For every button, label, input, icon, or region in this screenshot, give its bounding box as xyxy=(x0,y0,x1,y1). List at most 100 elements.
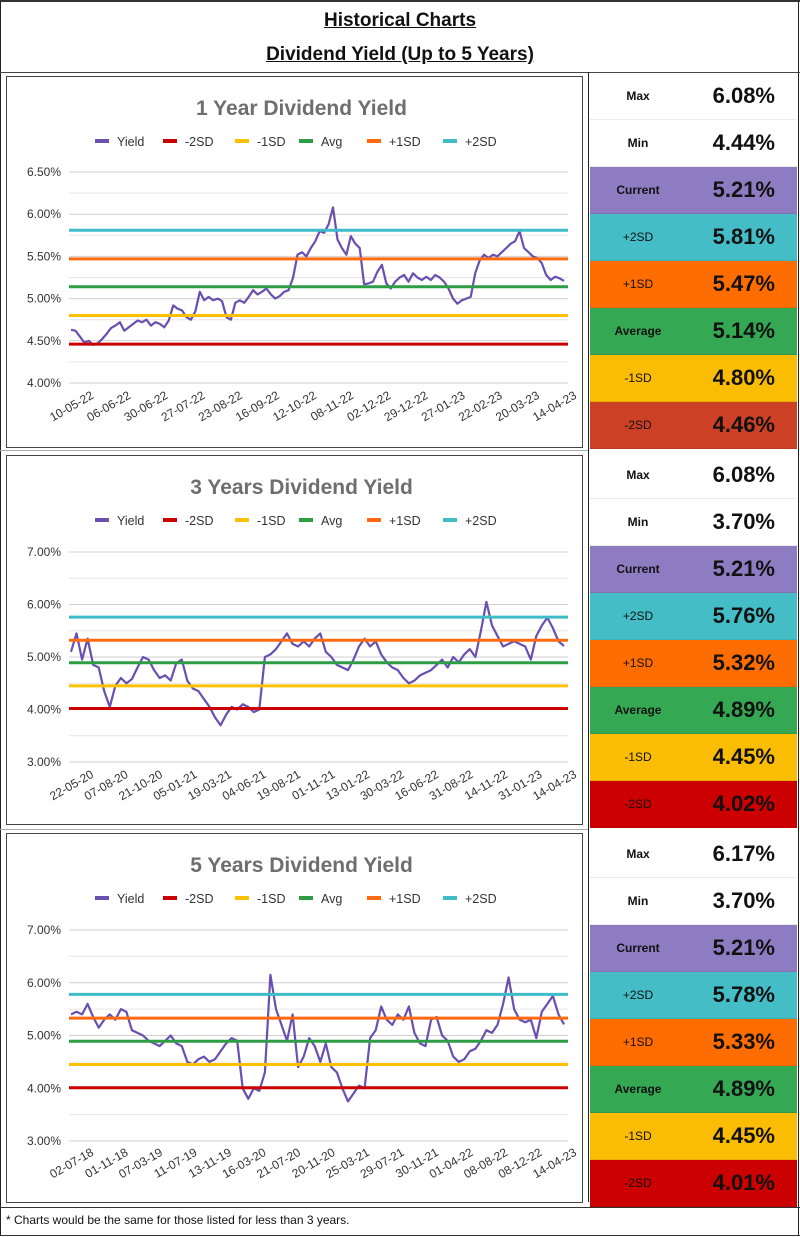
stat-label: Average xyxy=(614,1082,662,1096)
stat-value: 4.02% xyxy=(712,791,775,816)
stat-row-minus1sd: -1SD 4.80% xyxy=(590,355,797,402)
stat-label: +2SD xyxy=(622,988,654,1002)
y-tick-label: 5.00% xyxy=(27,292,61,306)
chart-1y-svg: 1 Year Dividend Yield Yield -2SD -1SD Avg +1S… xyxy=(27,97,579,424)
stat-label: +1SD xyxy=(622,1035,654,1049)
legend-swatch-yield xyxy=(95,139,109,143)
legend-label: +1SD xyxy=(389,135,421,149)
row-divider-2 xyxy=(0,829,588,830)
stat-value: 3.70% xyxy=(712,509,775,534)
chart-1y: 1 Year Dividend Yield Yield -2SD -1SD Avg +1S… xyxy=(6,76,583,448)
stat-label: +2SD xyxy=(622,609,654,623)
y-tick-label: 4.00% xyxy=(27,1081,61,1095)
stat-value: 6.08% xyxy=(712,83,775,108)
legend-label: +1SD xyxy=(389,892,421,906)
legend-swatch-plus2sd xyxy=(443,896,457,900)
legend-label: Yield xyxy=(117,892,144,906)
stat-label: Average xyxy=(614,703,662,717)
stat-row-avg: Average 5.14% xyxy=(590,308,797,355)
y-tick-label: 6.00% xyxy=(27,976,61,990)
chart-5y-svg: 5 Years Dividend Yield Yield -2SD -1SD Avg +1… xyxy=(27,854,579,1181)
stat-value: 5.47% xyxy=(712,271,775,296)
y-tick-label: 6.50% xyxy=(27,165,61,179)
legend-swatch-yield xyxy=(95,518,109,522)
legend-swatch-avg xyxy=(299,896,313,900)
stat-value: 4.45% xyxy=(712,1123,775,1148)
stat-row-minus1sd: -1SD 4.45% xyxy=(590,1113,797,1160)
stat-label: -2SD xyxy=(624,797,652,811)
legend-label: -1SD xyxy=(257,892,285,906)
stat-label: -1SD xyxy=(624,371,652,385)
legend-label: -2SD xyxy=(185,514,213,528)
chart-title: 5 Years Dividend Yield xyxy=(190,854,413,877)
legend-swatch-plus1sd xyxy=(367,518,381,522)
stat-value: 4.89% xyxy=(712,1076,775,1101)
y-tick-label: 4.00% xyxy=(27,376,61,390)
legend-label: +2SD xyxy=(465,135,497,149)
legend-swatch-avg xyxy=(299,518,313,522)
stat-row-minus1sd: -1SD 4.45% xyxy=(590,734,797,781)
stat-label: Min xyxy=(627,515,649,529)
legend-swatch-yield xyxy=(95,896,109,900)
column-divider xyxy=(588,72,589,1202)
stat-label: -1SD xyxy=(624,1129,652,1143)
stat-value: 5.81% xyxy=(712,224,775,249)
y-tick-label: 7.00% xyxy=(27,545,61,559)
legend-label: +2SD xyxy=(465,514,497,528)
chart-3y-svg: 3 Years Dividend Yield Yield -2SD -1SD Avg +1… xyxy=(27,476,579,803)
legend-swatch-minus1sd xyxy=(235,896,249,900)
stat-label: Current xyxy=(616,562,660,576)
stat-row-current: Current 5.21% xyxy=(590,925,797,972)
stat-value: 4.80% xyxy=(712,365,775,390)
footnote: * Charts would be the same for those lis… xyxy=(6,1213,350,1227)
y-tick-label: 3.00% xyxy=(27,755,61,769)
legend-label: Yield xyxy=(117,514,144,528)
stat-label: Min xyxy=(627,136,649,150)
chart-title: 1 Year Dividend Yield xyxy=(196,97,407,120)
top-border xyxy=(0,0,800,2)
stat-row-minus2sd: -2SD 4.01% xyxy=(590,1160,797,1207)
stat-label: Max xyxy=(626,89,650,103)
stat-row-current: Current 5.21% xyxy=(590,546,797,593)
stat-row-avg: Average 4.89% xyxy=(590,687,797,734)
stat-value: 4.89% xyxy=(712,697,775,722)
stat-label: Max xyxy=(626,468,650,482)
legend-label: Yield xyxy=(117,135,144,149)
stat-value: 5.32% xyxy=(712,650,775,675)
stat-label: +1SD xyxy=(622,277,654,291)
legend-swatch-minus2sd xyxy=(163,139,177,143)
legend-label: Avg xyxy=(321,892,342,906)
stat-value: 4.46% xyxy=(712,412,775,437)
legend-label: +1SD xyxy=(389,514,421,528)
legend-swatch-minus2sd xyxy=(163,518,177,522)
legend-swatch-plus2sd xyxy=(443,518,457,522)
legend-swatch-plus1sd xyxy=(367,139,381,143)
stat-label: -1SD xyxy=(624,750,652,764)
stat-label: Average xyxy=(614,324,662,338)
legend-swatch-minus1sd xyxy=(235,139,249,143)
stat-value: 5.21% xyxy=(712,935,775,960)
yield-line xyxy=(70,206,565,347)
legend-label: Avg xyxy=(321,135,342,149)
legend-swatch-minus2sd xyxy=(163,896,177,900)
stat-label: -2SD xyxy=(624,1176,652,1190)
stat-label: Current xyxy=(616,183,660,197)
legend-label: Avg xyxy=(321,514,342,528)
stat-row-plus2sd: +2SD 5.76% xyxy=(590,593,797,640)
chart-5y: 5 Years Dividend Yield Yield -2SD -1SD Avg +1… xyxy=(6,833,583,1203)
legend-swatch-avg xyxy=(299,139,313,143)
stat-value: 4.01% xyxy=(712,1170,775,1195)
bottom-border xyxy=(0,1235,800,1236)
stat-row-plus1sd: +1SD 5.33% xyxy=(590,1019,797,1066)
legend-swatch-plus2sd xyxy=(443,139,457,143)
legend-label: -2SD xyxy=(185,135,213,149)
stat-row-plus1sd: +1SD 5.47% xyxy=(590,261,797,308)
stat-value: 5.33% xyxy=(712,1029,775,1054)
chart-3y: 3 Years Dividend Yield Yield -2SD -1SD Avg +1… xyxy=(6,455,583,825)
stat-row-min: Min 3.70% xyxy=(590,499,797,546)
stat-row-min: Min 3.70% xyxy=(590,878,797,925)
chart-title: 3 Years Dividend Yield xyxy=(190,476,413,499)
stat-row-plus1sd: +1SD 5.32% xyxy=(590,640,797,687)
stat-label: -2SD xyxy=(624,418,652,432)
y-tick-label: 5.50% xyxy=(27,249,61,263)
